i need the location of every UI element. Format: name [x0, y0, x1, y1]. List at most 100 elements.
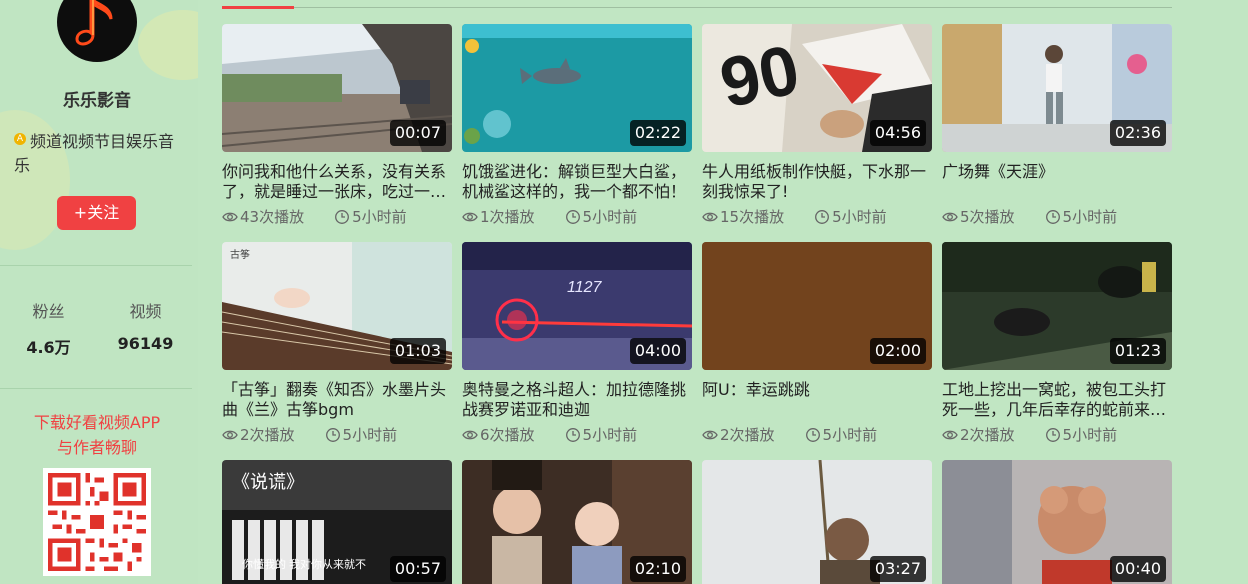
video-card[interactable]: 01:23 工地上挖出一窝蛇，被包工头打死一些，几年后幸存的蛇前来复仇 2次播放…	[942, 242, 1172, 445]
thumb-text-guzheng: 古筝	[230, 248, 250, 261]
divider	[0, 388, 192, 389]
view-count: 1次播放	[480, 208, 535, 226]
video-title[interactable]: 广场舞《天涯》	[942, 162, 1172, 202]
video-card[interactable]: 02:22 饥饿鲨进化：解锁巨型大白鲨，机械鲨这样的，我一个都不怕！ 1次播放 …	[462, 24, 692, 227]
video-card[interactable]: 03:27	[702, 460, 932, 584]
publish-time: 5小时前	[352, 208, 407, 226]
clock-icon	[335, 209, 350, 224]
video-card[interactable]: 00:40	[942, 460, 1172, 584]
clock-icon	[1045, 209, 1060, 224]
video-thumbnail[interactable]: 00:40	[942, 460, 1172, 584]
video-meta: 15次播放 5小时前	[702, 206, 932, 227]
video-meta: 1次播放 5小时前	[462, 206, 692, 227]
download-line-2: 与作者畅聊	[56, 438, 137, 457]
eye-icon	[462, 212, 478, 221]
video-thumbnail[interactable]: 古筝 01:03	[222, 242, 452, 370]
channel-description-text: 频道视频节目娱乐音乐	[14, 132, 175, 175]
qr-code-icon	[48, 473, 146, 571]
video-meta: 6次播放 5小时前	[462, 424, 692, 445]
video-thumbnail[interactable]: 02:00	[702, 242, 932, 370]
eye-icon	[942, 212, 958, 221]
video-card[interactable]: 02:10	[462, 460, 692, 584]
video-duration: 04:56	[869, 120, 926, 146]
video-thumbnail[interactable]: 1127 04:00	[462, 242, 692, 370]
clock-icon	[565, 427, 580, 442]
video-meta: 2次播放 5小时前	[942, 424, 1172, 445]
thumb-text-lie-sub: 你懂我的 我对你从来就不	[242, 557, 366, 571]
video-card[interactable]: 《说谎》 你懂我的 我对你从来就不 00:57	[222, 460, 452, 584]
stat-videos: 视频 96149	[97, 298, 194, 358]
video-thumbnail[interactable]: 02:36	[942, 24, 1172, 152]
channel-stats: 粉丝 4.6万 视频 96149	[0, 298, 194, 358]
divider	[0, 265, 192, 266]
video-card[interactable]: 02:36 广场舞《天涯》 5次播放 5小时前	[942, 24, 1172, 227]
video-duration: 04:00	[629, 338, 686, 364]
thumb-text-lie: 《说谎》	[232, 472, 304, 492]
video-title[interactable]: 阿U：幸运跳跳	[702, 380, 932, 420]
view-count: 5次播放	[960, 208, 1015, 226]
video-thumbnail[interactable]: 02:22	[462, 24, 692, 152]
video-meta: 43次播放 5小时前	[222, 206, 452, 227]
music-note-icon	[75, 0, 113, 46]
video-duration: 03:27	[869, 556, 926, 582]
view-count: 2次播放	[720, 426, 775, 444]
video-duration: 02:22	[629, 120, 686, 146]
view-count: 2次播放	[960, 426, 1015, 444]
clock-icon	[565, 209, 580, 224]
eye-icon	[942, 430, 958, 439]
video-thumbnail[interactable]: 《说谎》 你懂我的 我对你从来就不 00:57	[222, 460, 452, 584]
video-duration: 02:00	[869, 338, 926, 364]
clock-icon	[1045, 427, 1060, 442]
video-card[interactable]: 00:07 你问我和他什么关系，没有关系了，就是睡过一张床，吃过一个... 43…	[222, 24, 452, 227]
video-title[interactable]: 你问我和他什么关系，没有关系了，就是睡过一张床，吃过一个...	[222, 162, 452, 202]
tab-active-indicator	[222, 6, 294, 9]
video-title[interactable]: 奥特曼之格斗超人：加拉德隆挑战赛罗诺亚和迪迦	[462, 380, 692, 420]
decorative-blob	[138, 10, 198, 80]
video-card[interactable]: 90 04:56 牛人用纸板制作快艇，下水那一刻我惊呆了! 15次播放 5小时前	[702, 24, 932, 227]
stat-fans: 粉丝 4.6万	[0, 298, 97, 358]
view-count: 43次播放	[240, 208, 305, 226]
video-thumbnail[interactable]: 00:07	[222, 24, 452, 152]
view-count: 6次播放	[480, 426, 535, 444]
clock-icon	[805, 427, 820, 442]
video-meta: 2次播放 5小时前	[702, 424, 932, 445]
video-meta: 2次播放 5小时前	[222, 424, 452, 445]
publish-time: 5小时前	[1062, 208, 1118, 226]
follow-button[interactable]: +关注	[57, 196, 136, 230]
eye-icon	[702, 430, 718, 439]
video-thumbnail[interactable]: 01:23	[942, 242, 1172, 370]
video-duration: 00:07	[389, 120, 446, 146]
eye-icon	[702, 212, 718, 221]
publish-time: 5小时前	[822, 426, 878, 444]
video-title[interactable]: 「古筝」翻奏《知否》水墨片头曲《兰》古筝bgm	[222, 380, 452, 420]
eye-icon	[222, 430, 238, 439]
channel-avatar[interactable]	[57, 0, 137, 62]
video-thumbnail[interactable]: 02:10	[462, 460, 692, 584]
video-thumbnail[interactable]: 03:27	[702, 460, 932, 584]
video-card[interactable]: 02:00 阿U：幸运跳跳 2次播放 5小时前	[702, 242, 932, 445]
stat-value: 4.6万	[26, 338, 71, 357]
eye-icon	[462, 430, 478, 439]
stat-label: 视频	[129, 302, 162, 321]
view-count: 15次播放	[720, 208, 785, 226]
stat-value: 96149	[117, 334, 174, 353]
download-app-prompt: 下载好看视频APP 与作者畅聊	[0, 410, 194, 460]
download-line-1: 下载好看视频APP	[33, 413, 161, 432]
channel-sidebar: 乐乐影音 A 频道视频节目娱乐音乐 +关注 粉丝 4.6万 视频 96149 下载…	[0, 0, 198, 584]
video-title[interactable]: 饥饿鲨进化：解锁巨型大白鲨，机械鲨这样的，我一个都不怕！	[462, 162, 692, 202]
video-duration: 00:57	[389, 556, 446, 582]
video-duration: 01:23	[1109, 338, 1166, 364]
publish-time: 5小时前	[832, 208, 887, 226]
view-count: 2次播放	[240, 426, 295, 444]
svg-text:90: 90	[713, 30, 805, 122]
video-title[interactable]: 牛人用纸板制作快艇，下水那一刻我惊呆了!	[702, 162, 932, 202]
video-title[interactable]: 工地上挖出一窝蛇，被包工头打死一些，几年后幸存的蛇前来复仇	[942, 380, 1172, 420]
publish-time: 5小时前	[582, 208, 638, 226]
video-thumbnail[interactable]: 90 04:56	[702, 24, 932, 152]
publish-time: 5小时前	[1062, 426, 1118, 444]
clock-icon	[815, 209, 830, 224]
video-card[interactable]: 古筝 01:03 「古筝」翻奏《知否》水墨片头曲《兰》古筝bgm 2次播放 5小…	[222, 242, 452, 445]
tab-underline	[222, 7, 1172, 8]
video-card[interactable]: 1127 04:00 奥特曼之格斗超人：加拉德隆挑战赛罗诺亚和迪迦 6次播放 5…	[462, 242, 692, 445]
video-duration: 01:03	[389, 338, 446, 364]
